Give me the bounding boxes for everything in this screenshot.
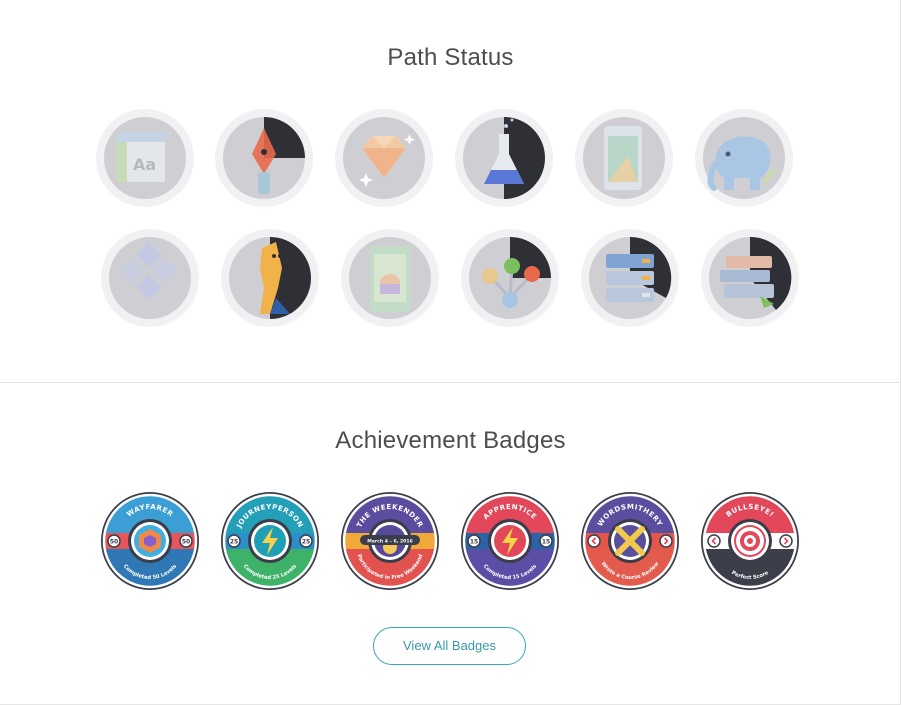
page-frame <box>0 0 901 705</box>
badge-number-left: 25 <box>230 539 238 546</box>
wayfarer-badge[interactable]: 50 50 WAYFARER Completed 50 Levels <box>100 491 200 591</box>
bullseye-badge[interactable]: BULLSEYE! Perfect Score <box>700 491 800 591</box>
wordsmithery-badge[interactable]: WORDSMITHERY Wrote a Course Review <box>580 491 680 591</box>
phone-app-icon[interactable] <box>340 228 440 328</box>
view-all-badges-button[interactable]: View All Badges <box>373 627 526 665</box>
pen-tool-icon[interactable] <box>214 108 314 208</box>
achievement-badges-title: Achievement Badges <box>335 427 566 454</box>
grid-diamonds-icon[interactable] <box>100 228 200 328</box>
badge-number-right: 50 <box>182 539 190 546</box>
typography-icon[interactable]: Aa <box>95 108 195 208</box>
journeyperson-badge[interactable]: 25 25 JOURNEYPERSON Completed 25 Levels <box>220 491 320 591</box>
path-status-title: Path Status <box>387 44 514 71</box>
badge-number-right: 15 <box>542 539 550 546</box>
flask-icon[interactable] <box>454 108 554 208</box>
php-elephant-icon[interactable] <box>694 108 794 208</box>
node-graph-icon[interactable] <box>460 228 560 328</box>
badge-number-right: 25 <box>302 539 310 546</box>
apprentice-badge[interactable]: 15 15 APPRENTICE Completed 15 Levels <box>460 491 560 591</box>
gem-icon[interactable] <box>334 108 434 208</box>
svg-text:Aa: Aa <box>133 155 156 174</box>
badge-number-left: 15 <box>470 539 478 546</box>
section-divider <box>0 382 901 383</box>
badge-number-left: 50 <box>110 539 118 546</box>
badge-date: March 4 – 6, 2016 <box>367 538 413 544</box>
mobile-design-icon[interactable] <box>574 108 674 208</box>
fox-mascot-icon[interactable] <box>220 228 320 328</box>
the-weekender-badge[interactable]: March 4 – 6, 2016 THE WEEKENDER Participat… <box>340 491 440 591</box>
books-stack-icon[interactable] <box>700 228 800 328</box>
server-stack-icon[interactable] <box>580 228 680 328</box>
